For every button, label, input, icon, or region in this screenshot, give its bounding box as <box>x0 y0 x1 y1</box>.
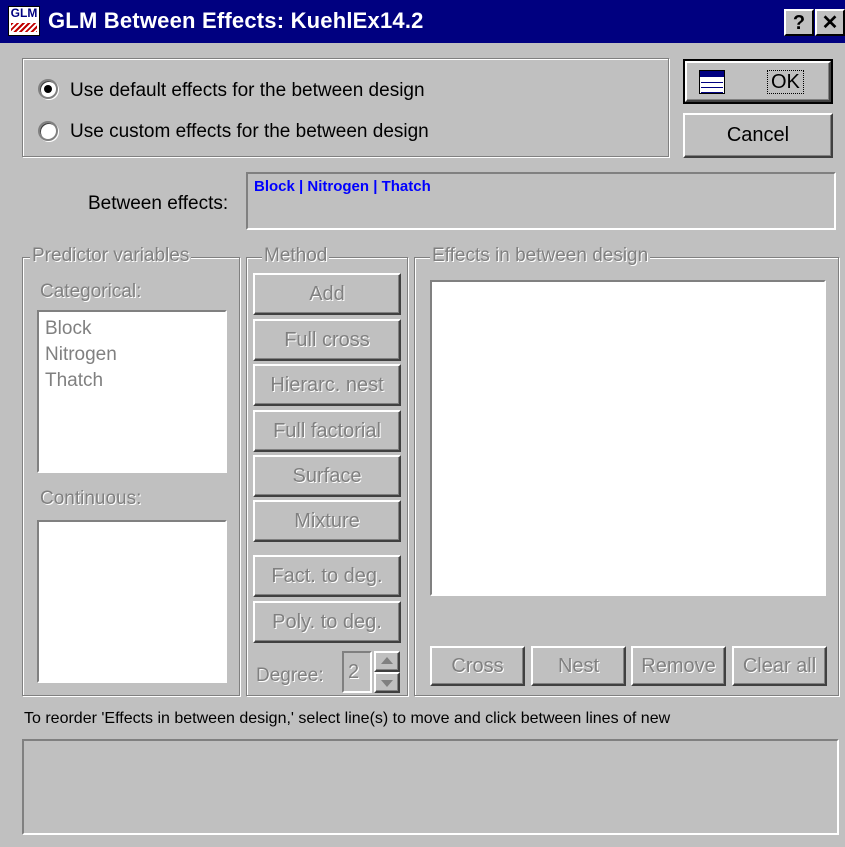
ok-button-face: OK <box>685 61 831 102</box>
custom-effects-label[interactable]: Use custom effects for the between desig… <box>70 121 429 143</box>
app-icon-stripe <box>11 23 37 32</box>
ok-button[interactable]: OK <box>683 59 833 104</box>
mixture-button[interactable]: Mixture <box>253 500 401 542</box>
default-effects-label[interactable]: Use default effects for the between desi… <box>70 80 425 102</box>
reorder-hint: To reorder 'Effects in between design,' … <box>24 710 671 727</box>
degree-up-button[interactable] <box>374 651 400 672</box>
remove-button[interactable]: Remove <box>631 646 726 686</box>
poly-to-deg-button[interactable]: Poly. to deg. <box>253 601 401 643</box>
full-cross-button[interactable]: Full cross <box>253 319 401 361</box>
cross-button[interactable]: Cross <box>430 646 525 686</box>
glm-app-icon: GLM <box>8 6 40 36</box>
app-icon-text: GLM <box>10 6 38 20</box>
default-effects-radio[interactable] <box>38 79 58 99</box>
down-arrow-icon <box>381 680 393 687</box>
custom-effects-radio[interactable] <box>38 121 58 141</box>
predictor-variables-title: Predictor variables <box>30 245 192 266</box>
spreadsheet-icon <box>699 70 725 94</box>
help-button[interactable]: ? <box>784 9 814 36</box>
full-factorial-button[interactable]: Full factorial <box>253 410 401 452</box>
close-icon: ✕ <box>821 12 839 34</box>
continuous-label: Continuous: <box>40 488 142 509</box>
help-icon: ? <box>792 12 806 34</box>
between-effects-field[interactable]: Block | Nitrogen | Thatch <box>246 172 836 230</box>
cancel-button[interactable]: Cancel <box>683 113 833 158</box>
degree-input[interactable]: 2 <box>342 651 372 693</box>
up-arrow-icon <box>381 657 393 664</box>
between-effects-label: Between effects: <box>88 193 229 214</box>
radio-selected-dot <box>44 85 52 93</box>
radio-circle <box>38 79 58 99</box>
clear-all-button[interactable]: Clear all <box>732 646 827 686</box>
fact-to-deg-button[interactable]: Fact. to deg. <box>253 555 401 597</box>
degree-down-button[interactable] <box>374 672 400 693</box>
categorical-list[interactable]: Block Nitrogen Thatch <box>37 310 227 473</box>
continuous-list[interactable] <box>37 520 227 683</box>
hierarc-nest-button[interactable]: Hierarc. nest <box>253 364 401 406</box>
method-title: Method <box>262 245 330 266</box>
degree-value: 2 <box>348 661 360 683</box>
close-button[interactable]: ✕ <box>815 9 845 36</box>
title-bar[interactable]: GLM GLM Between Effects: KuehlEx14.2 ? ✕ <box>0 0 845 43</box>
effects-design-title: Effects in between design <box>430 245 651 266</box>
effects-list[interactable] <box>430 280 826 596</box>
list-item[interactable]: Thatch <box>45 368 117 394</box>
degree-label: Degree: <box>256 665 324 686</box>
categorical-label: Categorical: <box>40 281 142 302</box>
list-item[interactable]: Block <box>45 316 117 342</box>
status-area <box>22 739 839 835</box>
cancel-label: Cancel <box>726 124 790 146</box>
nest-button[interactable]: Nest <box>531 646 626 686</box>
list-item[interactable]: Nitrogen <box>45 342 117 368</box>
add-button[interactable]: Add <box>253 273 401 315</box>
between-effects-value: Block | Nitrogen | Thatch <box>254 178 431 195</box>
window-title: GLM Between Effects: KuehlEx14.2 <box>48 8 424 33</box>
ok-label: OK <box>767 70 804 94</box>
surface-button[interactable]: Surface <box>253 455 401 497</box>
